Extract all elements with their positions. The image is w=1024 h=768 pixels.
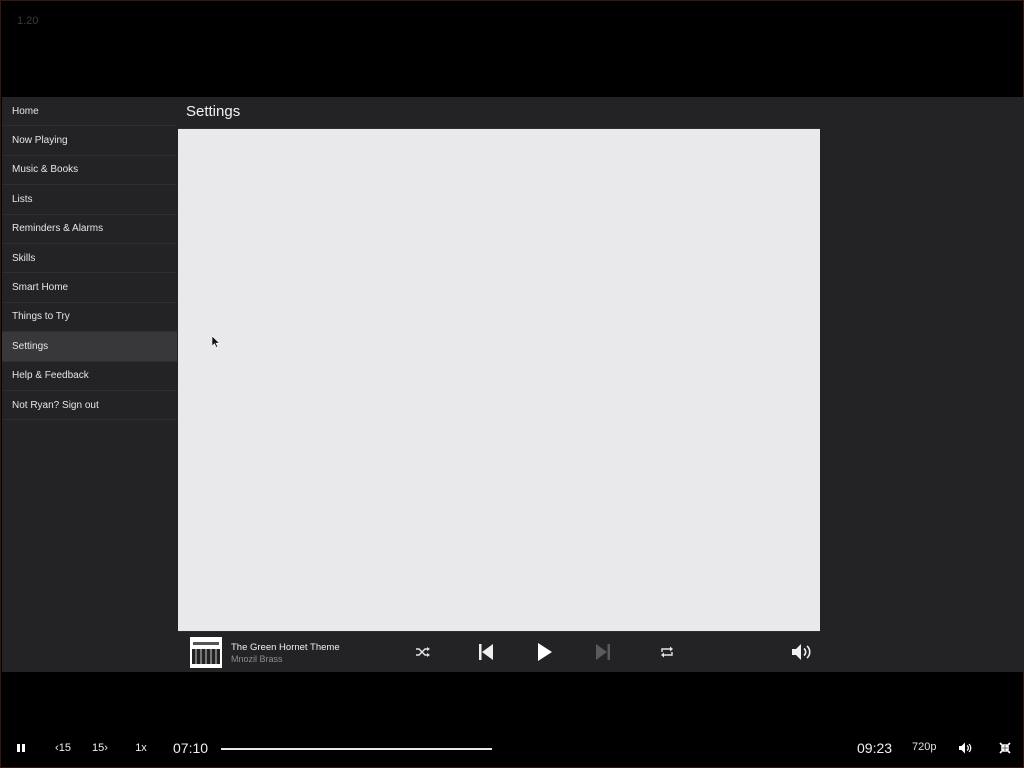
exit-fullscreen-button[interactable] (997, 740, 1013, 756)
sidebar-item-music-books[interactable]: Music & Books (2, 156, 177, 186)
pause-icon (17, 744, 25, 752)
sidebar-item-things-to-try[interactable]: Things to Try (2, 303, 177, 333)
repeat-button[interactable] (659, 644, 675, 660)
sidebar-item-label: Home (12, 105, 39, 117)
progress-bar[interactable] (221, 748, 849, 750)
playback-speed-button[interactable]: 1x (131, 740, 151, 756)
rewind-15-button[interactable]: ‹ 15 (51, 740, 75, 756)
video-frame: 1.20 Home Now Playing Music & Books List… (0, 0, 1024, 768)
repeat-icon (661, 646, 673, 658)
sidebar-item-smart-home[interactable]: Smart Home (2, 273, 177, 303)
next-track-button[interactable] (594, 642, 612, 662)
play-icon (538, 643, 552, 661)
sidebar-item-label: Things to Try (12, 311, 70, 323)
mouse-pointer-icon (211, 335, 221, 353)
sidebar-item-lists[interactable]: Lists (2, 185, 177, 215)
forward-label: 15 (92, 742, 105, 754)
sidebar-item-settings[interactable]: Settings (2, 332, 177, 362)
shuffle-button[interactable] (415, 644, 431, 660)
quality-button[interactable]: 720p (912, 741, 936, 753)
sidebar-item-label: Settings (12, 340, 49, 352)
video-controls-bar: ‹ 15 15 › 1x 07:10 09:23 720p (1, 731, 1024, 765)
sidebar-item-sign-out[interactable]: Not Ryan? Sign out (2, 391, 177, 421)
sidebar-item-home[interactable]: Home (2, 97, 177, 127)
rewind-label: 15 (58, 742, 71, 754)
volume-icon (792, 644, 811, 660)
total-time: 09:23 (857, 740, 893, 756)
previous-track-button[interactable] (477, 642, 495, 662)
progress-fill (221, 748, 493, 750)
sidebar-item-label: Lists (12, 193, 33, 205)
previous-track-icon (479, 644, 493, 660)
settings-content-area (178, 129, 820, 631)
track-title[interactable]: The Green Hornet Theme (231, 642, 340, 653)
exit-fullscreen-icon (999, 742, 1011, 754)
sidebar: Home Now Playing Music & Books Lists Rem… (2, 97, 177, 672)
page-header: Settings (178, 97, 820, 129)
album-art[interactable] (190, 637, 222, 668)
forward-15-button[interactable]: 15 › (88, 740, 112, 756)
sidebar-item-skills[interactable]: Skills (2, 244, 177, 274)
alexa-app-window: Home Now Playing Music & Books Lists Rem… (2, 97, 1024, 672)
current-time: 07:10 (173, 740, 209, 756)
sidebar-item-label: Now Playing (12, 135, 68, 147)
right-empty-pane (820, 97, 1024, 672)
sidebar-item-label: Not Ryan? Sign out (12, 399, 99, 411)
next-track-icon (596, 644, 610, 660)
pause-button[interactable] (13, 740, 29, 756)
sidebar-item-label: Reminders & Alarms (12, 223, 104, 235)
shuffle-icon (416, 647, 430, 657)
version-label: 1.20 (17, 15, 39, 27)
play-button[interactable] (536, 641, 554, 663)
sidebar-item-help-feedback[interactable]: Help & Feedback (2, 362, 177, 391)
video-volume-button[interactable] (957, 740, 973, 756)
track-artist: Mnozil Brass (231, 654, 283, 664)
sidebar-item-label: Skills (12, 252, 36, 264)
sidebar-item-label: Smart Home (12, 282, 69, 294)
sidebar-item-reminders-alarms[interactable]: Reminders & Alarms (2, 215, 177, 244)
album-art-band-photo (192, 649, 220, 664)
forward-chevron-icon: › (104, 742, 108, 754)
album-art-text (193, 642, 219, 645)
page-title: Settings (186, 103, 241, 120)
volume-icon (959, 742, 972, 754)
volume-button[interactable] (791, 642, 813, 662)
sidebar-item-label: Music & Books (12, 164, 79, 176)
sidebar-item-now-playing[interactable]: Now Playing (2, 126, 177, 156)
now-playing-bar: The Green Hornet Theme Mnozil Brass (178, 631, 820, 672)
sidebar-item-label: Help & Feedback (12, 370, 89, 382)
